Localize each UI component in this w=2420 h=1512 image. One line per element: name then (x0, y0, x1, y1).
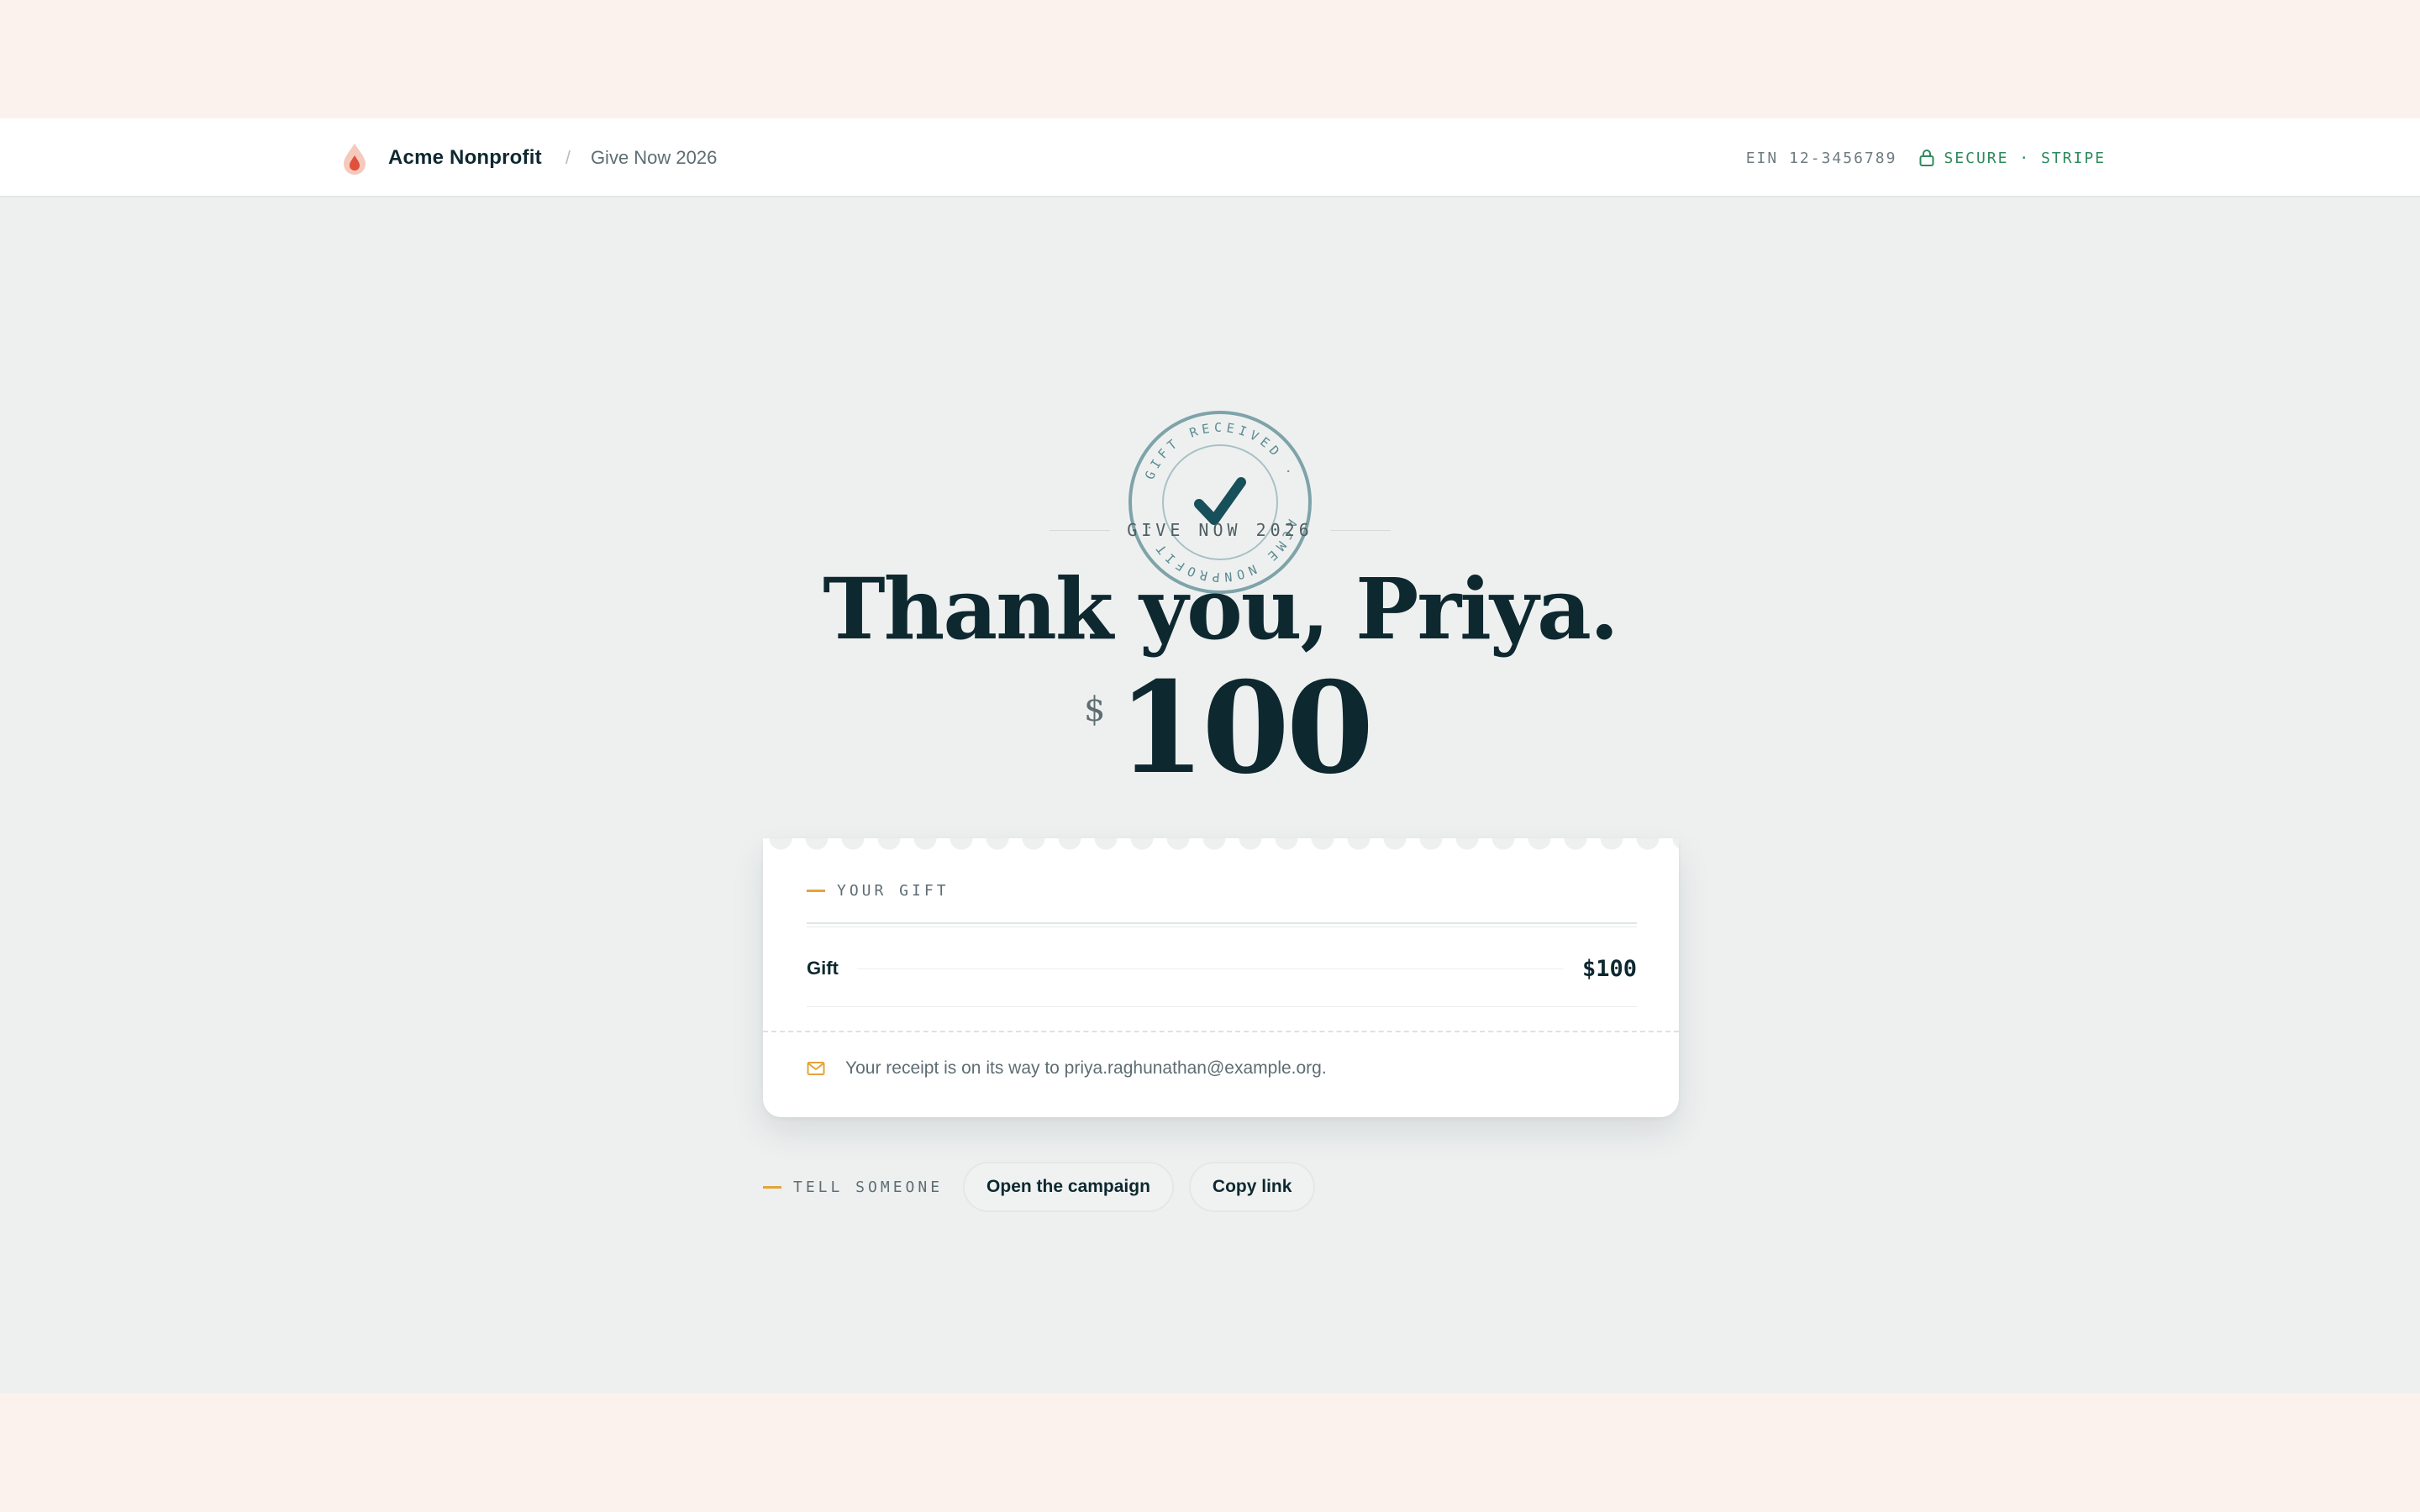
eyebrow-rule-right (1329, 529, 1391, 531)
your-gift-label: YOUR GIFT (837, 882, 950, 900)
accent-dash (763, 1185, 781, 1189)
campaign-eyebrow: GIVE NOW 2026 (1042, 517, 1398, 543)
thank-you-headline: Thank you, Priya. (823, 559, 1618, 659)
eyebrow-text: GIVE NOW 2026 (1127, 520, 1313, 540)
breadcrumb-campaign: Give Now 2026 (590, 147, 718, 168)
line-item-value: $100 (1581, 955, 1637, 982)
card-divider (807, 922, 1637, 927)
ein-label: EIN 12-3456789 (1745, 149, 1897, 167)
accent-dash (807, 890, 825, 892)
currency-symbol: $ (1084, 690, 1106, 729)
share-label: TELL SOMEONE (763, 1179, 943, 1196)
gift-amount: $ 100 (1084, 657, 1386, 800)
gift-receipt-card: YOUR GIFT Gift $100 Your receipt is on i… (763, 838, 1679, 1117)
line-item-name: Gift (807, 958, 839, 979)
header-meta: EIN 12-3456789 SECURE · STRIPE (1746, 139, 2106, 177)
amount-value: 100 (1118, 654, 1374, 802)
tell-someone-label: TELL SOMEONE (793, 1178, 944, 1196)
secure-badge: SECURE · STRIPE (1918, 149, 2106, 167)
receipt-notice: Your receipt is on its way to priya.ragh… (807, 1052, 1327, 1085)
card-perforation (763, 1031, 1679, 1032)
mail-icon (807, 1062, 825, 1075)
open-campaign-button[interactable]: Open the campaign (963, 1162, 1174, 1212)
top-bar: Acme Nonprofit / Give Now 2026 EIN 12-34… (0, 118, 2420, 197)
lock-icon (1919, 150, 1934, 166)
eyebrow-rule-left (1050, 529, 1111, 531)
secure-label: SECURE · STRIPE (1944, 149, 2106, 167)
brand-name: Acme Nonprofit (388, 146, 542, 169)
receipt-text: Your receipt is on its way to priya.ragh… (845, 1058, 1327, 1078)
check-icon (1194, 477, 1246, 525)
copy-link-button[interactable]: Copy link (1188, 1162, 1316, 1212)
brand[interactable]: Acme Nonprofit / Give Now 2026 (338, 139, 717, 177)
card-scalloped-edge (763, 838, 1679, 852)
line-item-row: Gift $100 (807, 931, 1637, 1007)
breadcrumb-separator: / (565, 147, 571, 168)
share-row: TELL SOMEONE Open the campaign Copy link (763, 1161, 1316, 1213)
drop-logo-icon (344, 144, 366, 175)
card-section-label: YOUR GIFT (807, 882, 950, 900)
